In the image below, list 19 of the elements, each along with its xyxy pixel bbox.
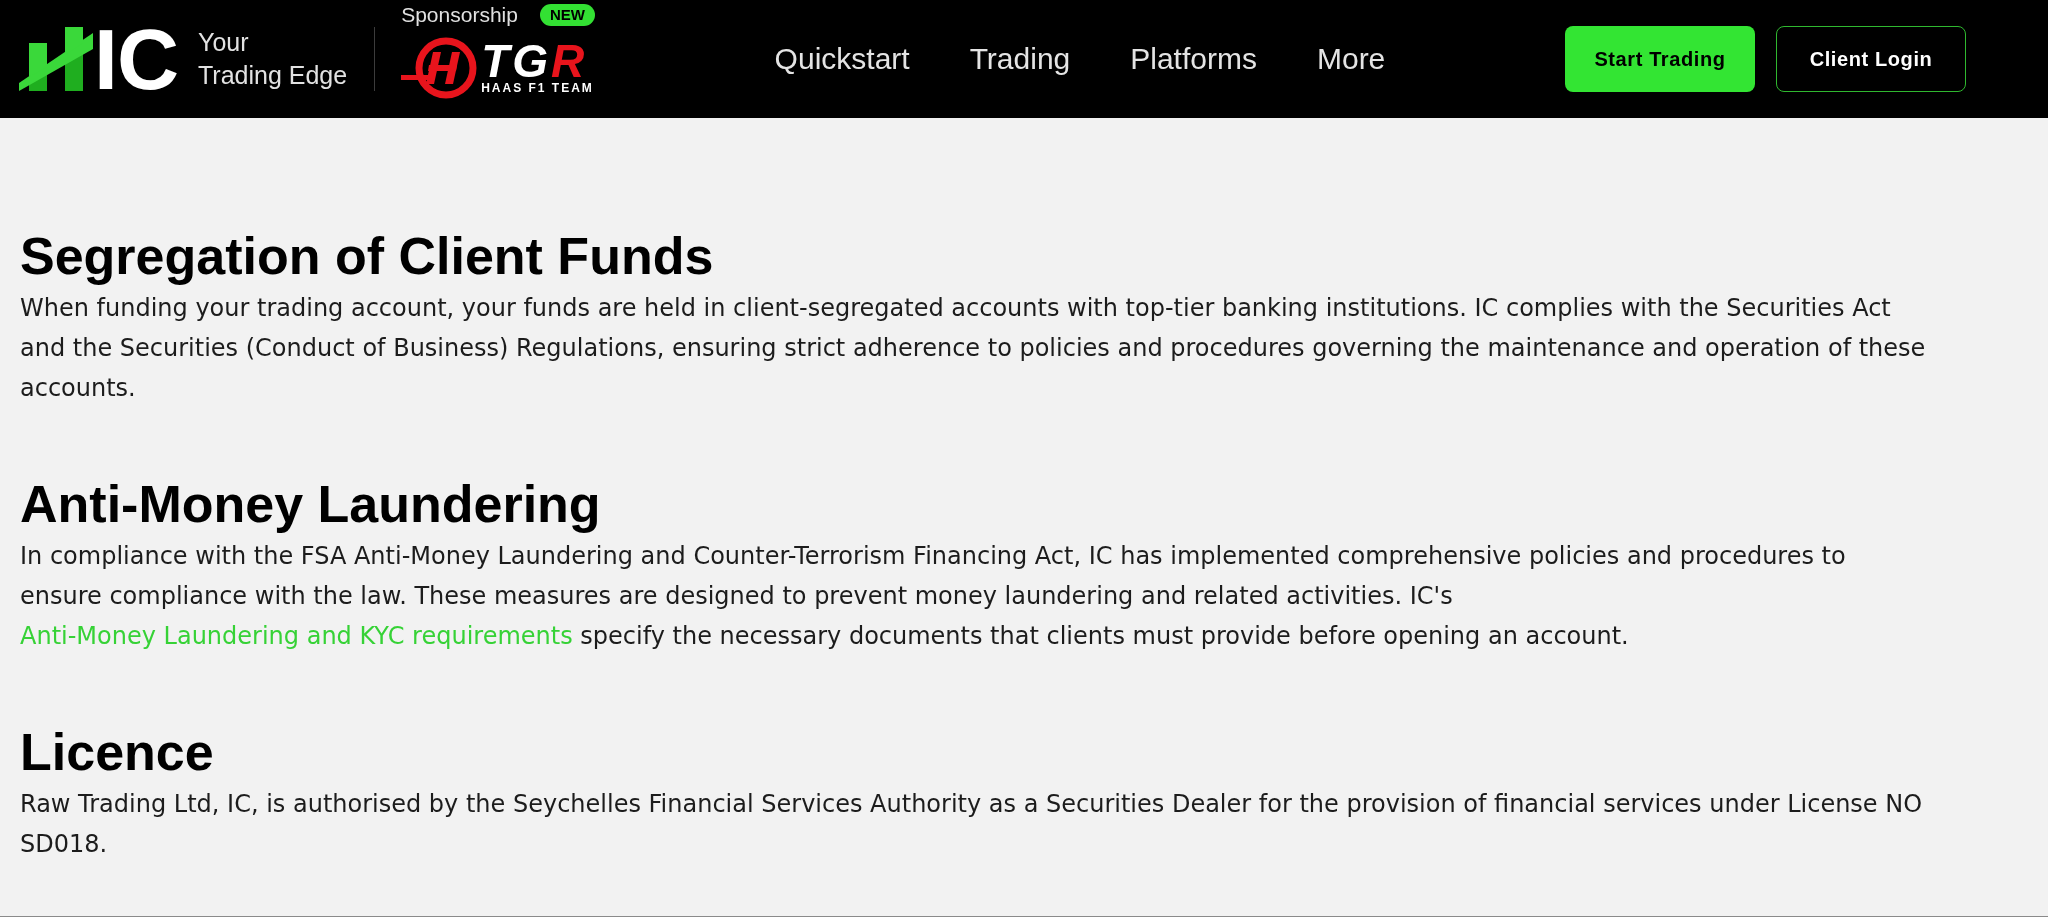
nav-link[interactable]: Trading bbox=[969, 41, 1071, 77]
nav-link[interactable]: Platforms bbox=[1130, 41, 1257, 77]
section-paragraph: In compliance with the FSA Anti-Money Laundering and Counter-Terrorism Financing Act, IC has implemented comprehensive policies and procedures to ensure compliance with the law. These measures are designed to prevent money laundering and related activities. IC's Anti-Money Laundering and KYC requirements specify the necessary documents that clients must provide before opening an account. bbox=[20, 541, 1847, 652]
sponsor-wordmark: TGR bbox=[481, 41, 588, 81]
logo-icon bbox=[19, 27, 93, 91]
login-button[interactable]: Client Login bbox=[1776, 26, 1966, 92]
section-heading: Licence bbox=[20, 724, 215, 780]
logo-wordmark: IC bbox=[94, 26, 178, 92]
start-trading-button[interactable]: Start Trading bbox=[1565, 26, 1755, 92]
new-badge: NEW bbox=[539, 4, 595, 26]
section-paragraph: Raw Trading Ltd, IC, is authorised by the Seychelles Financial Services Authority as a Securities Dealer for the provision of financial services under License NO SD018. bbox=[20, 789, 1924, 860]
nav-link[interactable]: Quickstart bbox=[774, 41, 910, 77]
section-paragraph: When funding your trading account, your funds are held in client-segregated accounts with top-tier banking institutions. IC complies with the Securities Act and the Securities (Conduct of Business) Regulations, ensuring strict adherence to policies and procedures governing the maintenance and operation of these accounts. bbox=[20, 293, 1927, 404]
section-heading: Anti-Money Laundering bbox=[20, 476, 602, 532]
sponsorship-label: Sponsorship bbox=[401, 3, 518, 27]
logo-tagline: Your Trading Edge bbox=[198, 27, 348, 91]
sponsor-team-name: HAAS F1 TEAM bbox=[481, 81, 594, 95]
section-heading: Segregation of Client Funds bbox=[20, 228, 715, 284]
nav-link[interactable]: More bbox=[1316, 41, 1386, 77]
